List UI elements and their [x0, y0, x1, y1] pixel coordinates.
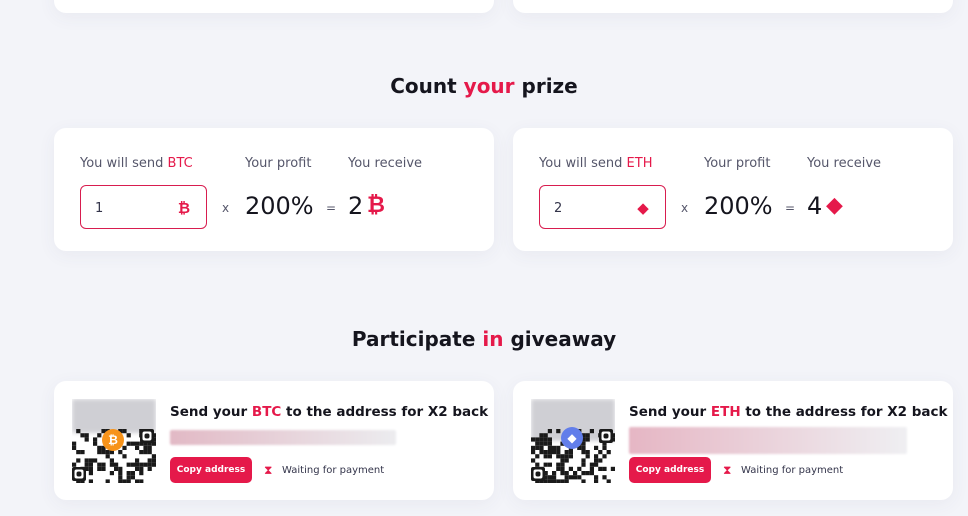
- profit-label: Your profit: [704, 156, 771, 171]
- hourglass-icon: ⧗: [264, 463, 273, 477]
- eth-amount-input[interactable]: [554, 198, 634, 218]
- ethereum-icon: ◆: [826, 193, 843, 218]
- profit-label: Your profit: [245, 156, 312, 171]
- hourglass-icon: ⧗: [723, 463, 732, 477]
- receive-label: You receive: [348, 156, 423, 171]
- bitcoin-icon: ₿: [102, 429, 124, 451]
- equals-sign: =: [326, 201, 337, 215]
- receive-value: 4: [807, 192, 823, 220]
- btc-amount-input[interactable]: [95, 198, 175, 218]
- copy-address-button[interactable]: Copy address: [629, 457, 711, 483]
- btc-calculator-card: You will send BTC Your profit You receiv…: [54, 128, 494, 251]
- ethereum-icon: ◆: [637, 199, 649, 217]
- eth-amount-field[interactable]: ◆: [539, 185, 666, 229]
- ethereum-icon: ◆: [561, 427, 583, 449]
- eth-calculator-card: You will send ETH Your profit You receiv…: [513, 128, 953, 251]
- profit-value: 200%: [704, 192, 773, 220]
- wallet-address: [629, 427, 907, 454]
- count-prize-title: Count your prize: [390, 74, 578, 98]
- send-label: You will send BTC: [80, 156, 193, 171]
- qr-blurred-area: [72, 399, 156, 433]
- send-instruction: Send your BTC to the address for X2 back: [170, 404, 489, 420]
- eth-qr-code: ◆: [531, 399, 615, 483]
- send-instruction: Send your ETH to the address for X2 back: [629, 404, 948, 420]
- receive-label: You receive: [807, 156, 882, 171]
- multiply-sign: x: [222, 201, 230, 215]
- payment-status: ⧗ Waiting for payment: [264, 463, 385, 477]
- payment-status: ⧗ Waiting for payment: [723, 463, 844, 477]
- multiply-sign: x: [681, 201, 689, 215]
- btc-qr-code: ₿: [72, 399, 156, 483]
- wallet-address: [170, 430, 396, 445]
- eth-giveaway-card: ◆ Send your ETH to the address for X2 ba…: [513, 381, 953, 500]
- copy-address-button[interactable]: Copy address: [170, 457, 252, 483]
- send-label: You will send ETH: [539, 156, 653, 171]
- participate-title: Participate in giveaway: [351, 327, 617, 351]
- top-card-left: [54, 0, 494, 13]
- btc-giveaway-card: ₿ Send your BTC to the address for X2 ba…: [54, 381, 494, 500]
- equals-sign: =: [785, 201, 796, 215]
- receive-value: 2: [348, 192, 364, 220]
- bitcoin-icon: ₿: [177, 199, 191, 217]
- top-card-right: [513, 0, 953, 13]
- btc-amount-field[interactable]: ₿: [80, 185, 207, 229]
- profit-value: 200%: [245, 192, 314, 220]
- bitcoin-icon: ₿: [367, 193, 385, 218]
